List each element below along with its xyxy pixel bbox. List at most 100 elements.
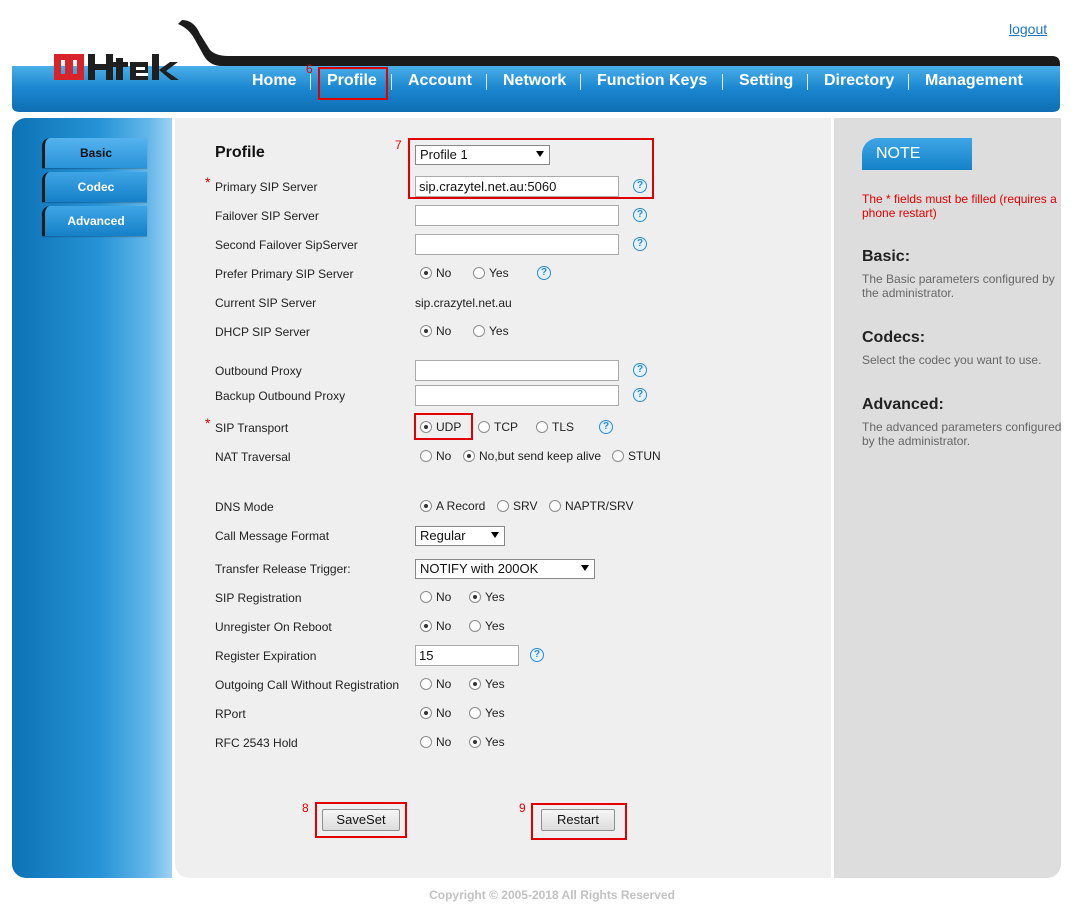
- help-icon[interactable]: ?: [633, 363, 647, 377]
- transfer-release-trigger-select[interactable]: NOTIFY with 200OK: [415, 559, 595, 579]
- transport-tcp-radio[interactable]: [478, 421, 490, 433]
- sidebar-item-basic[interactable]: Basic: [42, 138, 147, 168]
- label-failover-sip-server: Failover SIP Server: [215, 209, 319, 223]
- unregister-reboot-yes-radio[interactable]: [469, 620, 481, 632]
- dhcp-sip-yes-radio[interactable]: [473, 325, 485, 337]
- nav-directory[interactable]: Directory: [824, 72, 894, 90]
- nav-home[interactable]: Home: [252, 72, 296, 90]
- second-failover-input[interactable]: [415, 234, 619, 255]
- radio-label: Yes: [485, 677, 505, 691]
- dns-naptr-srv-radio[interactable]: [549, 500, 561, 512]
- nat-keepalive-radio[interactable]: [463, 450, 475, 462]
- nav-separator: [722, 74, 723, 90]
- outgoing-without-reg-radio-group: No Yes: [420, 676, 540, 692]
- step-marker-8: 8: [302, 801, 309, 815]
- note-warning: The * fields must be filled (requires a …: [862, 192, 1057, 220]
- transfer-release-trigger-value: NOTIFY with 200OK: [420, 561, 539, 576]
- saveset-button[interactable]: SaveSet: [322, 809, 400, 831]
- note-text-basic: The Basic parameters configured by the a…: [862, 272, 1055, 300]
- nav-setting[interactable]: Setting: [739, 72, 793, 90]
- outbound-proxy-input[interactable]: [415, 360, 619, 381]
- label-dns-mode: DNS Mode: [215, 500, 274, 514]
- label-transfer-release-trigger: Transfer Release Trigger:: [215, 562, 351, 576]
- sidebar-item-advanced[interactable]: Advanced: [42, 206, 147, 236]
- profile-select[interactable]: Profile 1: [415, 145, 550, 165]
- note-heading-basic: Basic:: [862, 248, 911, 265]
- restart-button[interactable]: Restart: [541, 809, 615, 831]
- outgoing-without-reg-yes-radio[interactable]: [469, 678, 481, 690]
- rport-no-radio[interactable]: [420, 707, 432, 719]
- label-dhcp-sip-server: DHCP SIP Server: [215, 325, 310, 339]
- sip-registration-yes-radio[interactable]: [469, 591, 481, 603]
- label-rport: RPort: [215, 707, 246, 721]
- help-icon[interactable]: ?: [633, 237, 647, 251]
- backup-outbound-proxy-input[interactable]: [415, 385, 619, 406]
- radio-label: UDP: [436, 420, 462, 434]
- label-register-expiration: Register Expiration: [215, 649, 317, 663]
- dhcp-sip-no-radio[interactable]: [420, 325, 432, 337]
- help-icon[interactable]: ?: [633, 208, 647, 222]
- prefer-primary-yes-radio[interactable]: [473, 267, 485, 279]
- label-backup-outbound-proxy: Backup Outbound Proxy: [215, 389, 346, 403]
- required-marker: *: [205, 174, 211, 190]
- nat-traversal-radio-group: No No,but send keep alive STUN: [420, 448, 680, 464]
- rfc2543-hold-yes-radio[interactable]: [469, 736, 481, 748]
- current-sip-server-value: sip.crazytel.net.au: [415, 296, 512, 310]
- dns-a-record-radio[interactable]: [420, 500, 432, 512]
- help-icon[interactable]: ?: [599, 420, 613, 434]
- prefer-primary-no-radio[interactable]: [420, 267, 432, 279]
- radio-label: Yes: [485, 619, 505, 633]
- label-primary-sip-server: Primary SIP Server: [215, 180, 318, 194]
- note-text-codecs: Select the codec you want to use.: [862, 353, 1042, 367]
- nat-stun-radio[interactable]: [612, 450, 624, 462]
- nav-separator: [310, 74, 311, 90]
- logout-link[interactable]: logout: [1009, 21, 1047, 37]
- note-text-advanced: The advanced parameters configured by th…: [862, 420, 1062, 448]
- nav-network[interactable]: Network: [503, 72, 566, 90]
- nav-account[interactable]: Account: [408, 72, 472, 90]
- help-icon[interactable]: ?: [633, 388, 647, 402]
- dns-srv-radio[interactable]: [497, 500, 509, 512]
- radio-label: No: [436, 677, 452, 691]
- call-message-format-value: Regular: [420, 528, 466, 543]
- label-sip-transport: SIP Transport: [215, 421, 289, 435]
- nav-function-keys[interactable]: Function Keys: [597, 72, 707, 90]
- copyright: Copyright © 2005-2018 All Rights Reserve…: [429, 888, 675, 902]
- nav-management[interactable]: Management: [925, 72, 1023, 90]
- primary-sip-server-input[interactable]: [415, 176, 619, 197]
- sip-registration-no-radio[interactable]: [420, 591, 432, 603]
- call-message-format-select[interactable]: Regular: [415, 526, 505, 546]
- unregister-reboot-no-radio[interactable]: [420, 620, 432, 632]
- radio-label: NAPTR/SRV: [565, 499, 634, 513]
- label-sip-registration: SIP Registration: [215, 591, 302, 605]
- nat-no-radio[interactable]: [420, 450, 432, 462]
- note-tab: NOTE: [862, 138, 972, 170]
- sip-transport-radio-group: UDP TCP TLS: [420, 419, 610, 435]
- label-rfc2543-hold: RFC 2543 Hold: [215, 736, 298, 750]
- nav-separator: [580, 74, 581, 90]
- transport-udp-radio[interactable]: [420, 421, 432, 433]
- prefer-primary-radio-group: No Yes: [420, 265, 540, 281]
- sip-registration-radio-group: No Yes: [420, 589, 540, 605]
- radio-label: No: [436, 324, 452, 338]
- radio-label: A Record: [436, 499, 486, 513]
- register-expiration-input[interactable]: [415, 645, 519, 666]
- rfc2543-hold-no-radio[interactable]: [420, 736, 432, 748]
- dhcp-sip-radio-group: No Yes: [420, 323, 540, 339]
- radio-label: No,but send keep alive: [479, 449, 602, 463]
- sidebar-item-codec[interactable]: Codec: [42, 172, 147, 202]
- help-icon[interactable]: ?: [633, 179, 647, 193]
- unregister-reboot-radio-group: No Yes: [420, 618, 540, 634]
- failover-sip-server-input[interactable]: [415, 205, 619, 226]
- nav-profile[interactable]: Profile: [327, 72, 377, 90]
- sidebar: Basic Codec Advanced: [12, 118, 172, 878]
- chevron-down-icon: [491, 532, 499, 538]
- label-nat-traversal: NAT Traversal: [215, 450, 291, 464]
- help-icon[interactable]: ?: [530, 648, 544, 662]
- transport-tls-radio[interactable]: [536, 421, 548, 433]
- chevron-down-icon: [536, 151, 544, 157]
- step-marker-7: 7: [395, 138, 402, 152]
- rport-yes-radio[interactable]: [469, 707, 481, 719]
- outgoing-without-reg-no-radio[interactable]: [420, 678, 432, 690]
- help-icon[interactable]: ?: [537, 266, 551, 280]
